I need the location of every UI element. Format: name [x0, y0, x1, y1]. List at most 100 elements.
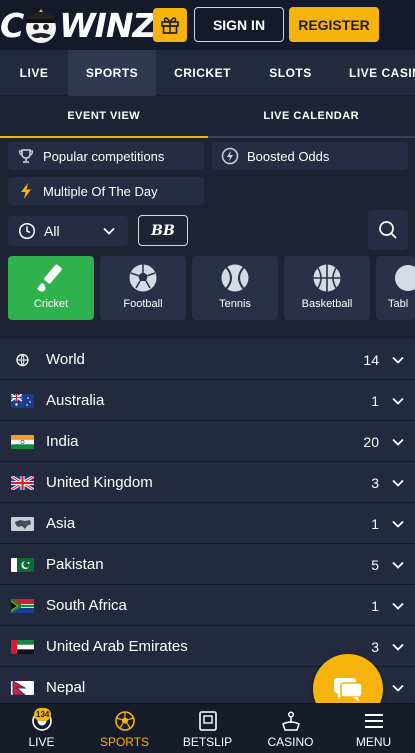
country-name: Asia — [46, 515, 76, 532]
chat-icon — [334, 678, 363, 702]
lightning-icon — [16, 181, 36, 201]
event-count: 14 — [363, 352, 379, 368]
country-row-australia[interactable]: Australia 1 — [0, 380, 415, 421]
bottom-nav: 134 LIVE SPORTS BETSLIP CASINO MENU — [0, 703, 415, 753]
sport-tile-label: Basketball — [301, 298, 353, 310]
event-count: 1 — [371, 393, 379, 409]
hamburger-menu-icon — [363, 710, 385, 732]
casino-icon — [280, 710, 302, 732]
event-count: 3 — [371, 475, 379, 491]
boost-icon — [220, 146, 240, 166]
country-name: Pakistan — [46, 556, 104, 573]
country-name: United Kingdom — [46, 474, 153, 491]
bottom-nav-menu[interactable]: MENU — [332, 704, 415, 753]
country-row-pakistan[interactable]: Pakistan 5 — [0, 544, 415, 585]
nepal-flag-icon — [11, 681, 34, 695]
bottom-nav-live[interactable]: 134 LIVE — [0, 704, 83, 753]
main-nav: LIVE SPORTS CRICKET SLOTS LIVE CASINO — [0, 50, 415, 96]
south-africa-flag-icon — [11, 599, 34, 613]
asia-icon — [11, 517, 34, 531]
logo-text: WINZ — [59, 5, 156, 45]
popular-competitions-label: Popular competitions — [43, 148, 165, 164]
chevron-down-icon — [392, 561, 404, 569]
mascot-icon — [26, 9, 57, 43]
view-tabs: EVENT VIEW LIVE CALENDAR — [0, 96, 415, 138]
bottom-nav-betslip-label: BETSLIP — [182, 735, 233, 749]
country-row-asia[interactable]: Asia 1 — [0, 503, 415, 544]
sport-tiles: Cricket Football Tennis Basketball Tabl — [0, 254, 415, 334]
multiple-of-the-day-chip[interactable]: Multiple Of The Day — [8, 177, 204, 205]
bottom-nav-live-label: LIVE — [28, 735, 55, 749]
chevron-down-icon — [392, 397, 404, 405]
sport-tile-tennis[interactable]: Tennis — [192, 256, 278, 320]
bottom-nav-sports-label: SPORTS — [99, 735, 150, 749]
trophy-icon — [16, 146, 36, 166]
chevron-down-icon — [103, 227, 115, 235]
india-flag-icon — [11, 435, 34, 449]
gift-button[interactable] — [153, 8, 187, 42]
bottom-nav-betslip[interactable]: BETSLIP — [166, 704, 249, 753]
betslip-icon — [197, 710, 219, 732]
event-count: 5 — [371, 557, 379, 573]
nav-slots[interactable]: SLOTS — [249, 50, 332, 96]
chevron-down-icon — [392, 438, 404, 446]
country-row-world[interactable]: World 14 — [0, 339, 415, 380]
country-name: Australia — [46, 392, 105, 409]
register-button[interactable]: REGISTER — [289, 7, 379, 42]
pakistan-flag-icon — [11, 558, 34, 572]
bet-builder-button[interactable]: BB — [138, 215, 188, 246]
nav-cricket[interactable]: CRICKET — [156, 50, 249, 96]
time-filter-select[interactable]: All — [8, 216, 128, 246]
uk-flag-icon — [11, 476, 34, 490]
sport-tile-cricket[interactable]: Cricket — [8, 256, 94, 320]
bottom-nav-sports[interactable]: SPORTS — [83, 704, 166, 753]
sport-tile-label: Cricket — [33, 298, 69, 310]
country-list: World 14 Australia 1 India 20 United Kin… — [0, 339, 415, 708]
australia-flag-icon — [11, 394, 34, 408]
nav-sports[interactable]: SPORTS — [68, 50, 156, 96]
cowinz-logo[interactable]: C WINZ — [0, 4, 156, 46]
multiple-of-the-day-label: Multiple Of The Day — [43, 183, 158, 199]
event-count: 3 — [371, 639, 379, 655]
sport-tile-table-tennis[interactable]: Tabl — [376, 256, 415, 320]
bottom-nav-menu-label: MENU — [355, 735, 392, 749]
popular-competitions-chip[interactable]: Popular competitions — [8, 142, 204, 170]
event-count: 20 — [363, 434, 379, 450]
country-name: India — [46, 433, 79, 450]
nav-live-casino[interactable]: LIVE CASINO — [332, 50, 415, 96]
top-header: C WINZ SIGN IN REGISTER — [0, 0, 415, 50]
chevron-down-icon — [392, 520, 404, 528]
globe-icon — [11, 353, 34, 367]
bottom-nav-casino-label: CASINO — [267, 735, 314, 749]
bottom-nav-casino[interactable]: CASINO — [249, 704, 332, 753]
live-count-badge: 134 — [34, 708, 52, 721]
sport-tile-basketball[interactable]: Basketball — [284, 256, 370, 320]
tennis-ball-icon — [219, 262, 251, 294]
page: C WINZ SIGN IN REGISTER LIVE SPORTS CRIC… — [0, 0, 415, 753]
country-row-india[interactable]: India 20 — [0, 421, 415, 462]
nav-live[interactable]: LIVE — [0, 50, 68, 96]
gift-icon — [161, 17, 179, 34]
sports-ball-icon — [114, 710, 136, 732]
tab-live-calendar[interactable]: LIVE CALENDAR — [207, 96, 415, 138]
country-name: Nepal — [46, 679, 86, 696]
country-row-united-kingdom[interactable]: United Kingdom 3 — [0, 462, 415, 503]
search-button[interactable] — [368, 210, 408, 250]
chevron-down-icon — [392, 684, 404, 692]
time-filter-value: All — [44, 223, 60, 239]
clock-icon — [18, 222, 36, 240]
sport-tile-football[interactable]: Football — [100, 256, 186, 320]
sport-tile-label: Tennis — [219, 298, 251, 310]
sign-in-button[interactable]: SIGN IN — [194, 7, 284, 42]
table-tennis-icon — [392, 262, 415, 294]
chevron-down-icon — [392, 602, 404, 610]
event-count: 1 — [371, 598, 379, 614]
boosted-odds-chip[interactable]: Boosted Odds — [212, 142, 408, 170]
boosted-odds-label: Boosted Odds — [247, 148, 330, 164]
tab-event-view[interactable]: EVENT VIEW — [0, 96, 208, 138]
logo-letter-c: C — [0, 5, 24, 45]
country-name: South Africa — [46, 597, 127, 614]
country-name: United Arab Emirates — [46, 638, 188, 655]
country-row-south-africa[interactable]: South Africa 1 — [0, 585, 415, 626]
quick-links: Popular competitions Boosted Odds Multip… — [0, 138, 415, 206]
